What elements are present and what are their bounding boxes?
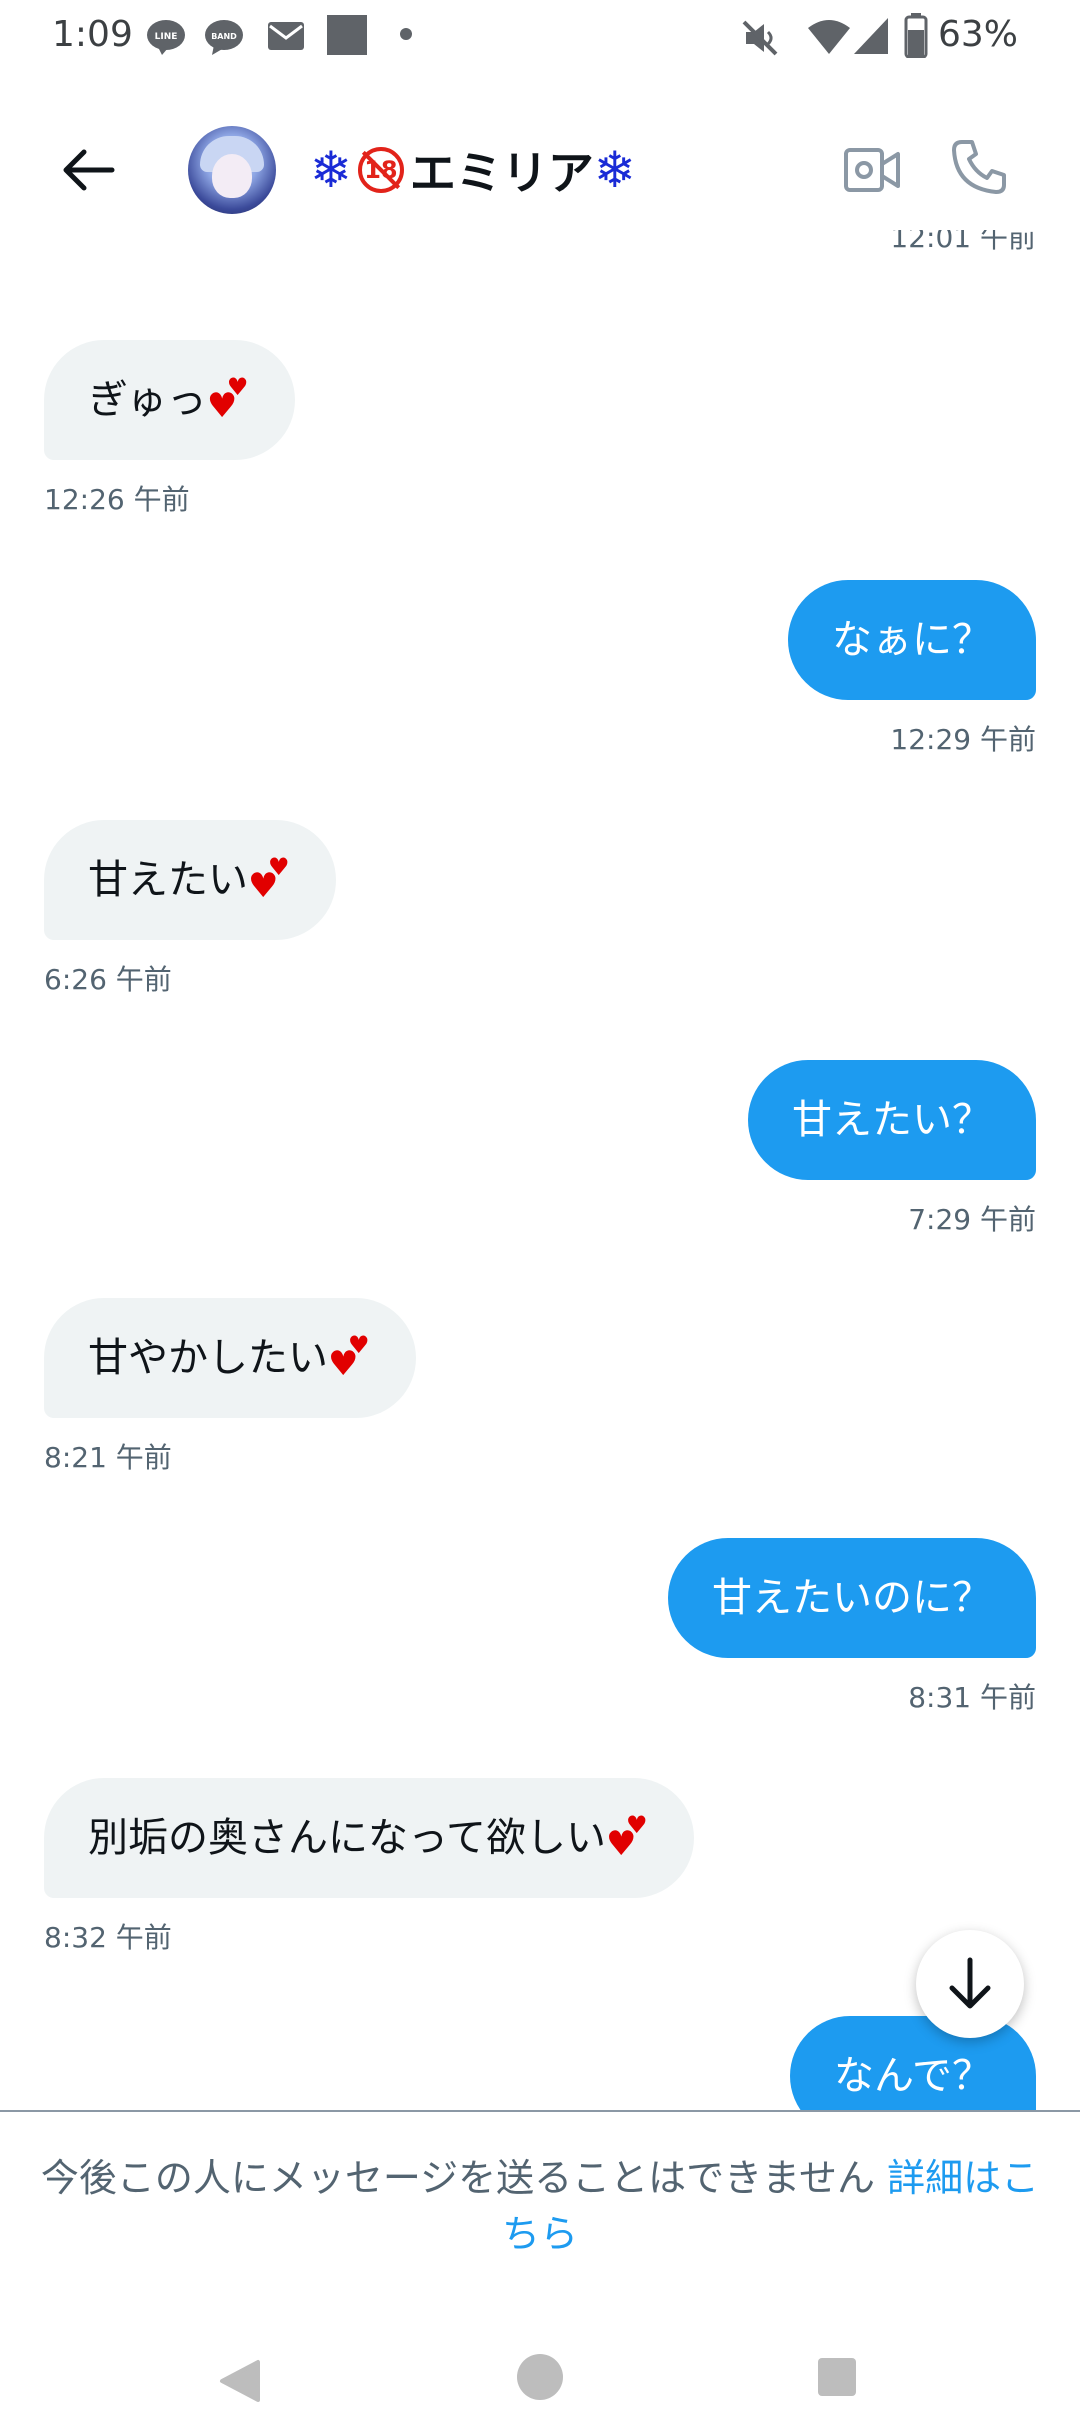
signal-icon bbox=[854, 18, 888, 54]
navigation-bar bbox=[0, 2330, 1080, 2432]
mute-icon bbox=[742, 20, 778, 56]
video-call-icon[interactable] bbox=[842, 142, 902, 198]
received-message[interactable]: 甘やかしたい ♥ ♥ 8:21 午前 bbox=[44, 1298, 416, 1476]
message-bubble[interactable]: ぎゅっ ♥ ♥ bbox=[44, 340, 295, 460]
received-message[interactable]: 甘えたい ♥ ♥ 6:26 午前 bbox=[44, 820, 336, 998]
message-timestamp: 8:21 午前 bbox=[44, 1441, 172, 1474]
nav-home-icon[interactable] bbox=[517, 2354, 563, 2400]
arrow-down-icon bbox=[949, 1957, 991, 2009]
sent-message[interactable]: 甘えたい？ 7:29 午前 bbox=[748, 1060, 1036, 1238]
two-hearts-icon: ♥ ♥ bbox=[206, 373, 249, 426]
snowflake-icon: ❄ bbox=[593, 141, 636, 199]
conversation-header: ❄ 18 エミリア ❄ bbox=[0, 110, 1080, 230]
message-timestamp: 8:32 午前 bbox=[44, 1921, 172, 1954]
snowflake-icon: ❄ bbox=[310, 141, 352, 199]
two-hearts-icon: ♥ ♥ bbox=[606, 1811, 648, 1864]
notice-text: 今後この人にメッセージを送ることはできません bbox=[40, 2156, 875, 2200]
battery-icon bbox=[904, 13, 928, 58]
band-label: BAND bbox=[211, 32, 237, 41]
message-list[interactable]: 12:01 午前 ぎゅっ ♥ ♥ 12:26 午前 なぁに？ 12:29 午前 甘え… bbox=[0, 230, 1080, 2110]
message-bubble[interactable]: 別垢の奥さんになって欲しい ♥ ♥ bbox=[44, 1778, 694, 1898]
status-bar: 1:09 LINE BAND 63% bbox=[0, 0, 1080, 74]
band-icon: BAND bbox=[205, 20, 243, 55]
wifi-icon bbox=[808, 20, 850, 54]
two-hearts-icon: ♥ ♥ bbox=[248, 853, 290, 906]
message-timestamp: 7:29 午前 bbox=[908, 1203, 1036, 1236]
message-bubble[interactable]: なんで？ bbox=[790, 2016, 1036, 2110]
mail-icon bbox=[268, 22, 304, 50]
back-arrow-icon[interactable] bbox=[58, 140, 118, 200]
notification-dot bbox=[400, 28, 412, 40]
message-bubble[interactable]: 甘えたい？ bbox=[748, 1060, 1036, 1180]
contact-name[interactable]: ❄ 18 エミリア ❄ bbox=[310, 140, 636, 200]
message-timestamp: 12:29 午前 bbox=[890, 723, 1036, 756]
nav-recents-icon[interactable] bbox=[818, 2358, 856, 2396]
message-timestamp: 8:31 午前 bbox=[908, 1681, 1036, 1714]
line-label: LINE bbox=[155, 32, 178, 42]
message-bubble[interactable]: 甘えたいのに？ bbox=[668, 1538, 1036, 1658]
sent-message[interactable]: なんで？ bbox=[790, 2016, 1036, 2110]
sent-message[interactable]: 甘えたいのに？ 8:31 午前 bbox=[668, 1538, 1036, 1716]
contact-name-text: エミリア bbox=[409, 146, 594, 200]
line-icon: LINE bbox=[147, 20, 185, 55]
received-message[interactable]: ぎゅっ ♥ ♥ 12:26 午前 bbox=[44, 340, 295, 518]
avatar[interactable] bbox=[188, 126, 276, 214]
age-restricted-icon: 18 bbox=[357, 147, 404, 193]
nav-back-icon[interactable] bbox=[218, 2358, 264, 2404]
cannot-message-notice: 今後この人にメッセージを送ることはできません 詳細はこちら bbox=[40, 2150, 1040, 2262]
image-icon bbox=[327, 15, 367, 55]
message-timestamp: 12:26 午前 bbox=[44, 483, 190, 516]
divider bbox=[0, 2110, 1080, 2112]
message-bubble[interactable]: 甘やかしたい ♥ ♥ bbox=[44, 1298, 416, 1418]
received-message[interactable]: 別垢の奥さんになって欲しい ♥ ♥ 8:32 午前 bbox=[44, 1778, 694, 1956]
message-bubble[interactable]: なぁに？ bbox=[788, 580, 1036, 700]
sent-message[interactable]: なぁに？ 12:29 午前 bbox=[788, 580, 1036, 758]
two-hearts-icon: ♥ ♥ bbox=[328, 1331, 370, 1384]
message-timestamp: 12:01 午前 bbox=[890, 230, 1036, 254]
phone-call-icon[interactable] bbox=[948, 136, 1010, 198]
battery-percent: 63% bbox=[938, 14, 1019, 55]
status-time: 1:09 bbox=[52, 14, 133, 55]
scroll-to-bottom-button[interactable] bbox=[916, 1930, 1024, 2038]
message-timestamp: 6:26 午前 bbox=[44, 963, 172, 996]
message-bubble[interactable]: 甘えたい ♥ ♥ bbox=[44, 820, 336, 940]
